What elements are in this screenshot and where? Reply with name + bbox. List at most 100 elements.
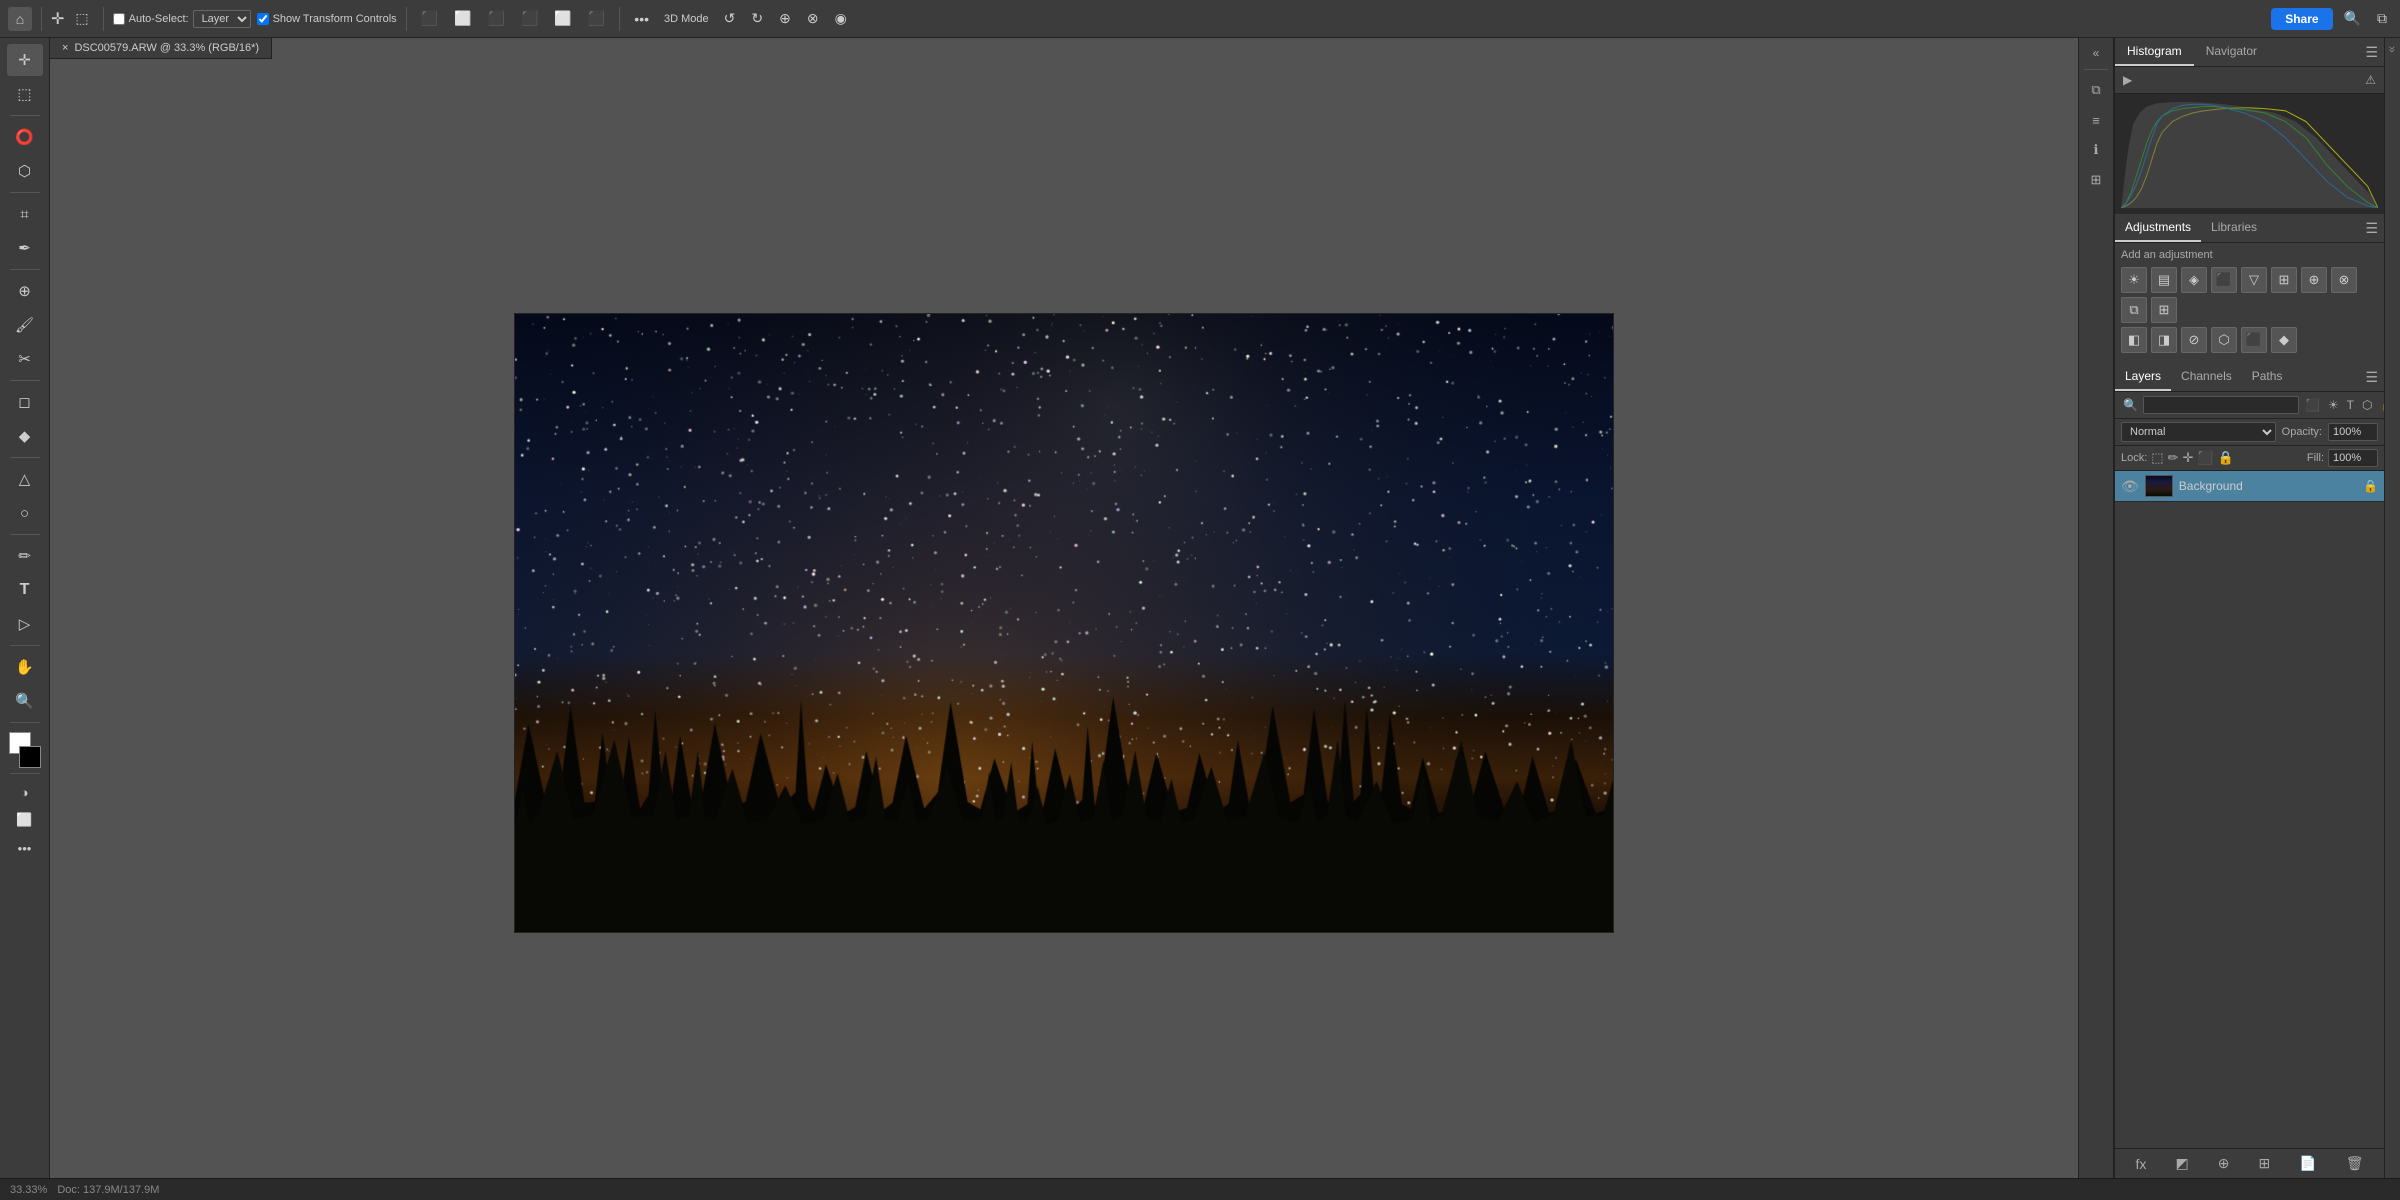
libraries-tab[interactable]: Libraries xyxy=(2201,214,2267,242)
search-icon[interactable]: 🔍 xyxy=(2339,8,2366,29)
curves-adj-btn[interactable]: ◈ xyxy=(2181,267,2207,293)
hue-sat-adj-btn[interactable]: ⊞ xyxy=(2271,267,2297,293)
warp-icon[interactable]: ⊕ xyxy=(774,8,796,29)
screen-mode-btn[interactable]: ⬜ xyxy=(7,807,43,833)
align-left-icon[interactable]: ⬛ xyxy=(416,8,443,29)
marquee-tool-btn[interactable]: ⬚ xyxy=(7,78,43,110)
background-layer[interactable]: 👁 Background 🔒 xyxy=(2115,471,2384,502)
adjustment-filter-icon[interactable]: ☀ xyxy=(2325,397,2342,413)
path-sel-btn[interactable]: ▷ xyxy=(7,608,43,640)
healing-brush-btn[interactable]: ⊕ xyxy=(7,275,43,307)
home-icon[interactable]: ⌂ xyxy=(8,7,32,31)
layers-options-icon[interactable]: ☰ xyxy=(2359,365,2384,390)
pen-tool-btn[interactable]: ✏ xyxy=(7,540,43,572)
align-middle-icon[interactable]: ⬜ xyxy=(549,8,576,29)
document-close-btn[interactable]: × xyxy=(62,42,68,54)
collapse-panel-btn[interactable]: » xyxy=(2386,46,2400,53)
properties-icon[interactable]: ⧉ xyxy=(2082,77,2110,103)
color-bal-adj-btn[interactable]: ⊕ xyxy=(2301,267,2327,293)
info-icon[interactable]: ℹ xyxy=(2082,137,2110,163)
threshold-btn[interactable]: ⬡ xyxy=(2211,327,2237,353)
quick-sel-btn[interactable]: ⬡ xyxy=(7,155,43,187)
lock-image-icon[interactable]: ✏ xyxy=(2168,450,2179,466)
channels-tab[interactable]: Channels xyxy=(2171,363,2242,391)
type-filter-icon[interactable]: T xyxy=(2344,397,2357,413)
align-top-icon[interactable]: ⬛ xyxy=(516,8,543,29)
eraser-btn[interactable]: ◻ xyxy=(7,386,43,418)
transform-icon[interactable]: ⊗ xyxy=(802,8,824,29)
dodge-btn[interactable]: ○ xyxy=(7,497,43,529)
window-icon[interactable]: ⧉ xyxy=(2372,8,2392,29)
gradient-btn[interactable]: ◆ xyxy=(7,420,43,452)
navigator-tab[interactable]: Navigator xyxy=(2194,38,2269,66)
histogram-tab[interactable]: Histogram xyxy=(2115,38,2194,66)
layers-tab[interactable]: Layers xyxy=(2115,363,2171,391)
lock-all-icon[interactable]: 🔒 xyxy=(2218,450,2234,466)
kind-search-input[interactable] xyxy=(2143,396,2299,414)
3d-mode-btn[interactable]: 3D Mode xyxy=(660,11,713,27)
photo-filter-btn[interactable]: ⧉ xyxy=(2121,297,2147,323)
brush-tool-btn[interactable]: 🖌 xyxy=(7,309,43,341)
new-layer-btn[interactable]: 📄 xyxy=(2294,1153,2321,1174)
vibrance-adj-btn[interactable]: ▽ xyxy=(2241,267,2267,293)
blur-btn[interactable]: △ xyxy=(7,463,43,495)
paths-tab[interactable]: Paths xyxy=(2242,363,2293,391)
posterize-btn[interactable]: ⊘ xyxy=(2181,327,2207,353)
more-options-icon[interactable]: ••• xyxy=(629,9,654,29)
selective-color-btn[interactable]: ◆ xyxy=(2271,327,2297,353)
background-color[interactable] xyxy=(19,746,41,768)
blend-mode-select[interactable]: Normal xyxy=(2121,422,2276,442)
bw-adj-btn[interactable]: ⊗ xyxy=(2331,267,2357,293)
move-tool-btn[interactable]: ✛ xyxy=(7,44,43,76)
gradient-map-btn[interactable]: ⬛ xyxy=(2241,327,2267,353)
move-tool-icon[interactable]: ✛ xyxy=(51,9,64,29)
panel-collapse-left[interactable]: « xyxy=(2093,44,2100,62)
adjustments-icon[interactable]: ≡ xyxy=(2082,107,2110,133)
zoom-tool-btn[interactable]: 🔍 xyxy=(7,685,43,717)
eyedropper-btn[interactable]: ✒ xyxy=(7,232,43,264)
rotate-left-icon[interactable]: ↺ xyxy=(719,8,741,29)
levels-adj-btn[interactable]: ▤ xyxy=(2151,267,2177,293)
quick-mask-btn[interactable]: ◑ xyxy=(7,779,43,805)
pixel-filter-icon[interactable]: ⬛ xyxy=(2302,397,2323,413)
play-icon[interactable]: ▶ xyxy=(2121,71,2134,89)
hand-tool-btn[interactable]: ✋ xyxy=(7,651,43,683)
rotate-right-icon[interactable]: ↻ xyxy=(746,8,768,29)
auto-select-input[interactable] xyxy=(113,13,125,25)
crop-tool-btn[interactable]: ⌗ xyxy=(7,198,43,230)
show-transform-checkbox[interactable]: Show Transform Controls xyxy=(257,13,397,25)
new-fill-layer-btn[interactable]: ⊕ xyxy=(2213,1153,2235,1174)
video-icon[interactable]: ◉ xyxy=(830,8,852,29)
image-canvas[interactable] xyxy=(515,314,1613,932)
lasso-tool-btn[interactable]: ⭕ xyxy=(7,121,43,153)
fill-input[interactable] xyxy=(2328,449,2378,467)
layer-name-label[interactable]: Background xyxy=(2179,479,2357,493)
histogram-options-icon[interactable]: ☰ xyxy=(2359,40,2384,65)
marquee-icon[interactable]: ⬚ xyxy=(70,8,93,29)
add-mask-btn[interactable]: ◩ xyxy=(2170,1153,2193,1174)
brightness-adj-btn[interactable]: ☀ xyxy=(2121,267,2147,293)
align-bottom-icon[interactable]: ⬛ xyxy=(583,8,610,29)
layers-icon[interactable]: ⊞ xyxy=(2082,167,2110,193)
share-button[interactable]: Share xyxy=(2271,8,2332,30)
adjustments-options-icon[interactable]: ☰ xyxy=(2359,216,2384,241)
auto-select-checkbox[interactable]: Auto-Select: Layer xyxy=(113,10,251,28)
add-layer-style-btn[interactable]: fx xyxy=(2131,1154,2152,1174)
new-group-btn[interactable]: ⊞ xyxy=(2253,1153,2275,1174)
lock-artboard-icon[interactable]: ⬛ xyxy=(2197,450,2213,466)
align-right-icon[interactable]: ⬛ xyxy=(483,8,510,29)
adjustments-tab[interactable]: Adjustments xyxy=(2115,214,2201,242)
type-tool-btn[interactable]: T xyxy=(7,574,43,606)
lock-transparency-icon[interactable]: ⬚ xyxy=(2151,450,2163,466)
clone-stamp-btn[interactable]: ✂ xyxy=(7,343,43,375)
extra-tools-btn[interactable]: ••• xyxy=(7,835,43,861)
color-lookup-btn[interactable]: ◧ xyxy=(2121,327,2147,353)
layer-visibility-toggle[interactable]: 👁 xyxy=(2121,478,2139,495)
channel-mix-btn[interactable]: ⊞ xyxy=(2151,297,2177,323)
align-center-icon[interactable]: ⬜ xyxy=(449,8,476,29)
show-transform-input[interactable] xyxy=(257,13,269,25)
delete-layer-btn[interactable]: 🗑 xyxy=(2341,1153,2369,1174)
exposure-adj-btn[interactable]: ⬛ xyxy=(2211,267,2237,293)
opacity-input[interactable] xyxy=(2328,423,2378,441)
search-layers-icon[interactable]: 🔍 xyxy=(2121,396,2140,414)
